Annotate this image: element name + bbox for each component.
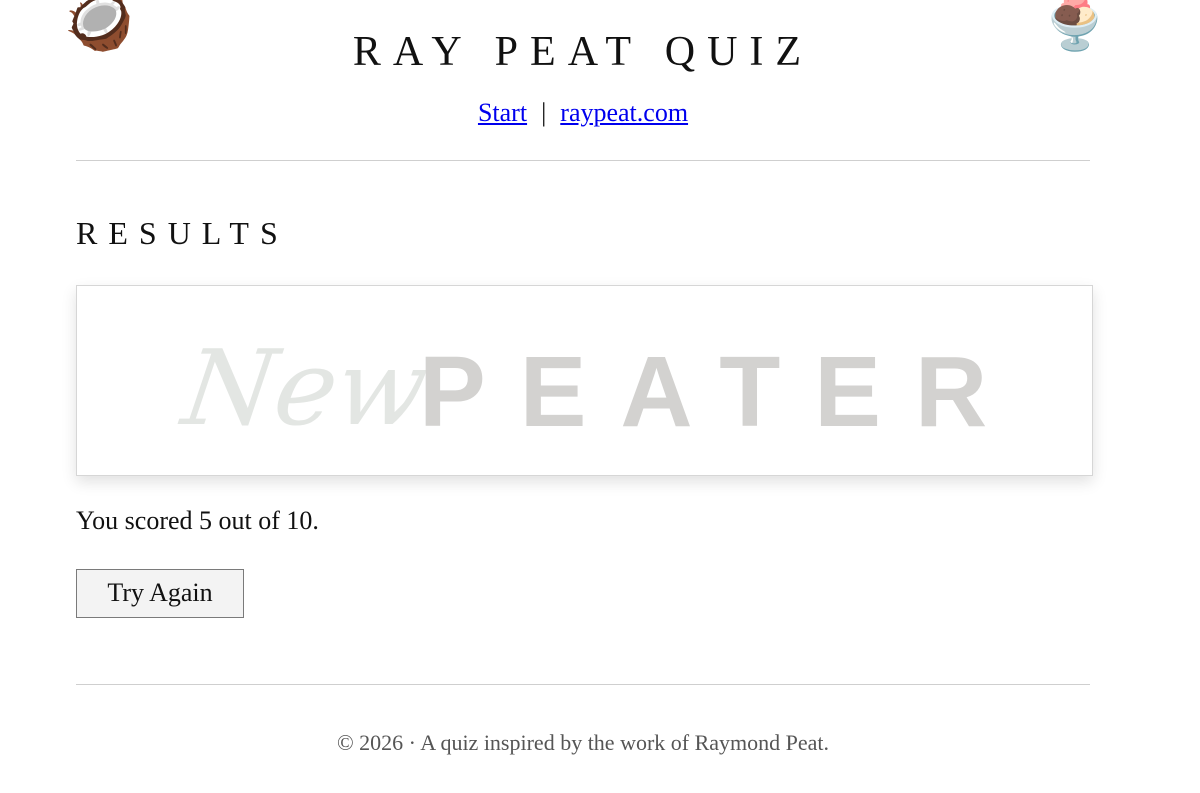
nav-separator: | xyxy=(541,98,547,127)
banner-block-word: PEATER xyxy=(419,336,1021,448)
new-peater-banner: New PEATER xyxy=(76,285,1093,476)
top-divider xyxy=(76,160,1090,161)
site-title: RAY PEAT QUIZ xyxy=(352,29,814,75)
results-heading: RESULTS xyxy=(76,215,289,251)
score-text: You scored 5 out of 10. xyxy=(76,506,319,535)
footer-text: © 2026 · A quiz inspired by the work of … xyxy=(336,730,830,755)
try-again-button[interactable]: Try Again xyxy=(76,569,244,618)
raypeat-link[interactable]: raypeat.com xyxy=(560,98,688,127)
bottom-divider xyxy=(76,684,1090,685)
start-link[interactable]: Start xyxy=(478,98,527,127)
top-nav: Start | raypeat.com xyxy=(0,98,1166,128)
banner-script-word: New xyxy=(173,327,435,448)
banner-graphic: New PEATER xyxy=(173,327,1021,448)
